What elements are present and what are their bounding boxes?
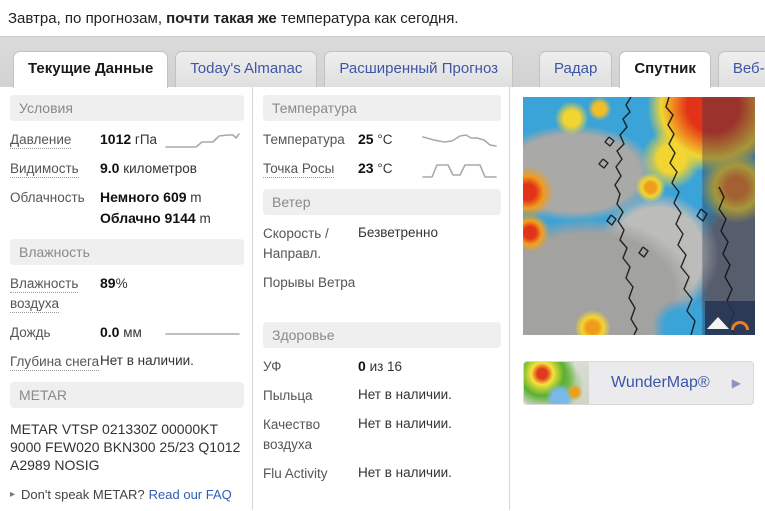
- pollen-label: Пыльца: [263, 385, 358, 406]
- air-quality-label: Качество воздуха: [263, 414, 358, 455]
- mountain-logo-icon: [707, 317, 729, 329]
- forecast-summary-suffix: температура как сегодня.: [277, 10, 459, 27]
- wind-speed-value: Безветренно: [358, 223, 438, 264]
- section-header-health: Здоровье: [263, 322, 501, 348]
- metar-faq-row: ▸ Don't speak METAR? Read our FAQ: [10, 487, 244, 502]
- pollen-value: Нет в наличии.: [358, 385, 452, 406]
- snow-depth-value: Нет в наличии.: [100, 351, 194, 372]
- satellite-watermark: [705, 301, 755, 335]
- dew-point-row: Точка Росы 23 °C: [263, 158, 501, 179]
- forecast-summary-prefix: Завтра, по прогнозам,: [8, 10, 166, 27]
- rain-label: Дождь: [10, 322, 100, 343]
- content-area: Условия Давление 1012 гПа Видимость 9.0 …: [0, 87, 765, 510]
- tab-extended-forecast[interactable]: Расширенный Прогноз: [324, 51, 513, 87]
- faq-link[interactable]: Read our FAQ: [149, 487, 232, 502]
- clouds-value: Немного 609 m Облачно 9144 m: [100, 187, 211, 229]
- wundermap-label: WunderMap®: [589, 374, 732, 392]
- tab-radar[interactable]: Радар: [539, 51, 612, 87]
- rain-row: Дождь 0.0 мм: [10, 322, 244, 343]
- wundermap-thumbnail: [524, 362, 589, 404]
- dew-point-sparkline: [422, 160, 497, 182]
- dew-point-label[interactable]: Точка Росы: [263, 158, 358, 179]
- air-quality-row: Качество воздуха Нет в наличии.: [263, 414, 501, 455]
- pressure-label[interactable]: Давление: [10, 129, 100, 150]
- humidity-label[interactable]: Влажность воздуха: [10, 273, 100, 314]
- rainbow-logo-icon: [731, 321, 749, 330]
- wundermap-arrow-icon: ▶: [732, 376, 741, 390]
- pressure-row: Давление 1012 гПа: [10, 129, 244, 150]
- flu-activity-row: Flu Activity Нет в наличии.: [263, 463, 501, 484]
- tab-todays-almanac[interactable]: Today's Almanac: [175, 51, 317, 87]
- uv-value: 0 из 16: [358, 356, 402, 377]
- snow-depth-row: Глубина снега Нет в наличии.: [10, 351, 244, 372]
- pressure-value: 1012 гПа: [100, 129, 157, 150]
- tab-webcam[interactable]: Веб-К�: [718, 51, 765, 87]
- flu-activity-label: Flu Activity: [263, 463, 358, 484]
- wundermap-button[interactable]: WunderMap® ▶: [523, 361, 754, 405]
- section-header-metar: METAR: [10, 382, 244, 408]
- uv-row: УФ 0 из 16: [263, 356, 501, 377]
- dew-point-value: 23 °C: [358, 158, 393, 179]
- metar-code: METAR VTSP 021330Z 00000KT 9000 FEW020 B…: [10, 420, 247, 474]
- section-header-conditions: Условия: [10, 95, 244, 121]
- faq-bullet-icon: ▸: [10, 489, 15, 500]
- rain-value: 0.0 мм: [100, 322, 142, 343]
- visibility-row: Видимость 9.0 километров: [10, 158, 244, 179]
- temperature-value: 25 °C: [358, 129, 393, 150]
- wind-gust-label: Порывы Ветра: [263, 272, 358, 312]
- temperature-label: Температура: [263, 129, 358, 150]
- wind-speed-label: Скорость / Направл.: [263, 223, 358, 264]
- forecast-summary-highlight: почти такая же: [166, 10, 277, 27]
- wind-speed-row: Скорость / Направл. Безветренно: [263, 223, 501, 264]
- satellite-column: WunderMap® ▶: [510, 87, 765, 510]
- conditions-column: Условия Давление 1012 гПа Видимость 9.0 …: [0, 87, 253, 510]
- flu-activity-value: Нет в наличии.: [358, 463, 452, 484]
- snow-depth-label[interactable]: Глубина снега: [10, 351, 100, 372]
- tab-bar: Текущие Данные Today's Almanac Расширенн…: [0, 36, 765, 87]
- pollen-row: Пыльца Нет в наличии.: [263, 385, 501, 406]
- clouds-label: Облачность: [10, 187, 100, 229]
- clouds-row: Облачность Немного 609 m Облачно 9144 m: [10, 187, 244, 229]
- tab-current-conditions[interactable]: Текущие Данные: [13, 51, 168, 88]
- uv-label: УФ: [263, 356, 358, 377]
- forecast-summary: Завтра, по прогнозам, почти такая же тем…: [0, 0, 765, 36]
- satellite-image[interactable]: [523, 97, 755, 335]
- pressure-sparkline: [165, 131, 240, 151]
- weather-current-conditions-page: Завтра, по прогнозам, почти такая же тем…: [0, 0, 765, 511]
- visibility-label[interactable]: Видимость: [10, 158, 100, 179]
- section-header-wind: Ветер: [263, 189, 501, 215]
- faq-text: Don't speak METAR?: [21, 487, 145, 502]
- temperature-sparkline: [422, 131, 497, 153]
- temperature-row: Температура 25 °C: [263, 129, 501, 150]
- visibility-value: 9.0 километров: [100, 158, 197, 179]
- temperature-column: Температура Температура 25 °C Точка Росы…: [253, 87, 510, 510]
- section-header-temperature: Температура: [263, 95, 501, 121]
- tab-satellite[interactable]: Спутник: [619, 51, 711, 88]
- section-header-humidity: Влажность: [10, 239, 244, 265]
- coastline-overlay: [523, 97, 755, 335]
- air-quality-value: Нет в наличии.: [358, 414, 452, 455]
- wind-gust-row: Порывы Ветра: [263, 272, 501, 312]
- humidity-value: 89%: [100, 273, 128, 314]
- humidity-row: Влажность воздуха 89%: [10, 273, 244, 314]
- rain-sparkline: [165, 324, 240, 344]
